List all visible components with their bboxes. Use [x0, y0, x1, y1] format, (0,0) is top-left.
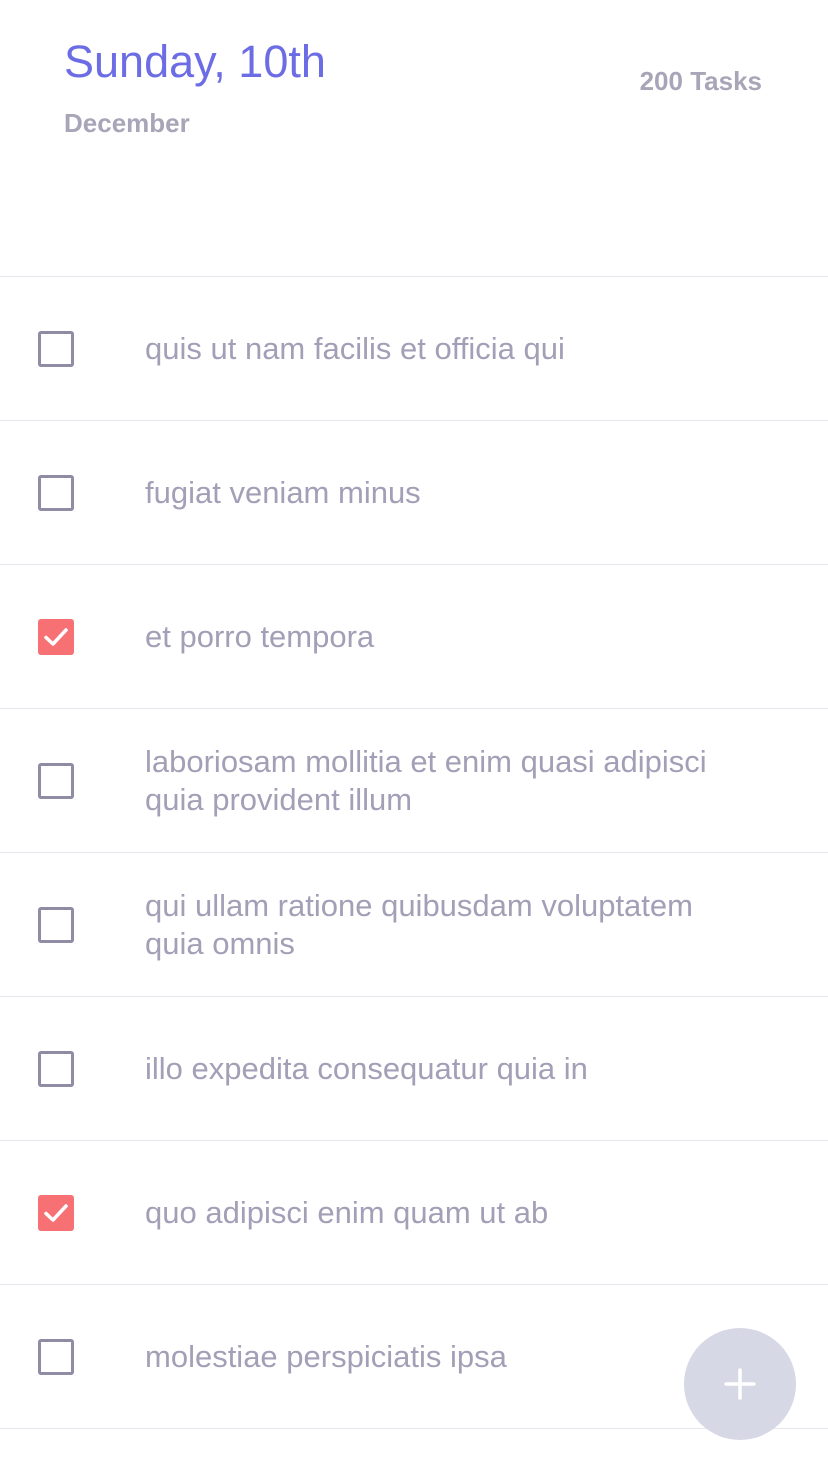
task-row: laboriosam mollitia et enim quasi adipis… — [0, 709, 828, 853]
task-checkbox[interactable] — [38, 330, 74, 367]
checkmark-icon — [44, 627, 68, 646]
task-checkbox[interactable] — [38, 1050, 74, 1087]
task-checkbox[interactable] — [38, 762, 74, 799]
task-list: quis ut nam facilis et officia qui fugia… — [0, 277, 828, 1429]
todo-screen: Sunday, 10th December 200 Tasks quis ut … — [0, 0, 828, 1472]
task-row: illo expedita consequatur quia in — [0, 997, 828, 1141]
task-checkbox[interactable] — [38, 474, 74, 511]
header: Sunday, 10th December 200 Tasks — [0, 0, 828, 277]
task-count: 200 Tasks — [639, 66, 762, 96]
task-text[interactable]: fugiat veniam minus — [145, 474, 748, 512]
plus-icon — [724, 1368, 756, 1400]
task-checkbox-checked[interactable] — [38, 618, 74, 655]
task-text[interactable]: quo adipisci enim quam ut ab — [145, 1194, 748, 1232]
task-checkbox-checked[interactable] — [38, 1194, 74, 1231]
month-label: December — [64, 108, 190, 138]
task-row: fugiat veniam minus — [0, 421, 828, 565]
task-text[interactable]: molestiae perspiciatis ipsa — [145, 1338, 748, 1376]
task-checkbox[interactable] — [38, 906, 74, 943]
task-text[interactable]: illo expedita consequatur quia in — [145, 1050, 748, 1088]
task-checkbox[interactable] — [38, 1338, 74, 1375]
add-task-button[interactable] — [684, 1328, 796, 1440]
task-row: quo adipisci enim quam ut ab — [0, 1141, 828, 1285]
task-text[interactable]: laboriosam mollitia et enim quasi adipis… — [145, 743, 748, 819]
task-text[interactable]: qui ullam ratione quibusdam voluptatem q… — [145, 887, 748, 963]
task-row: qui ullam ratione quibusdam voluptatem q… — [0, 853, 828, 997]
task-text[interactable]: quis ut nam facilis et officia qui — [145, 330, 748, 368]
task-text[interactable]: et porro tempora — [145, 618, 748, 656]
page-title: Sunday, 10th — [64, 36, 326, 87]
task-row: et porro tempora — [0, 565, 828, 709]
checkmark-icon — [44, 1203, 68, 1222]
task-row: quis ut nam facilis et officia qui — [0, 277, 828, 421]
